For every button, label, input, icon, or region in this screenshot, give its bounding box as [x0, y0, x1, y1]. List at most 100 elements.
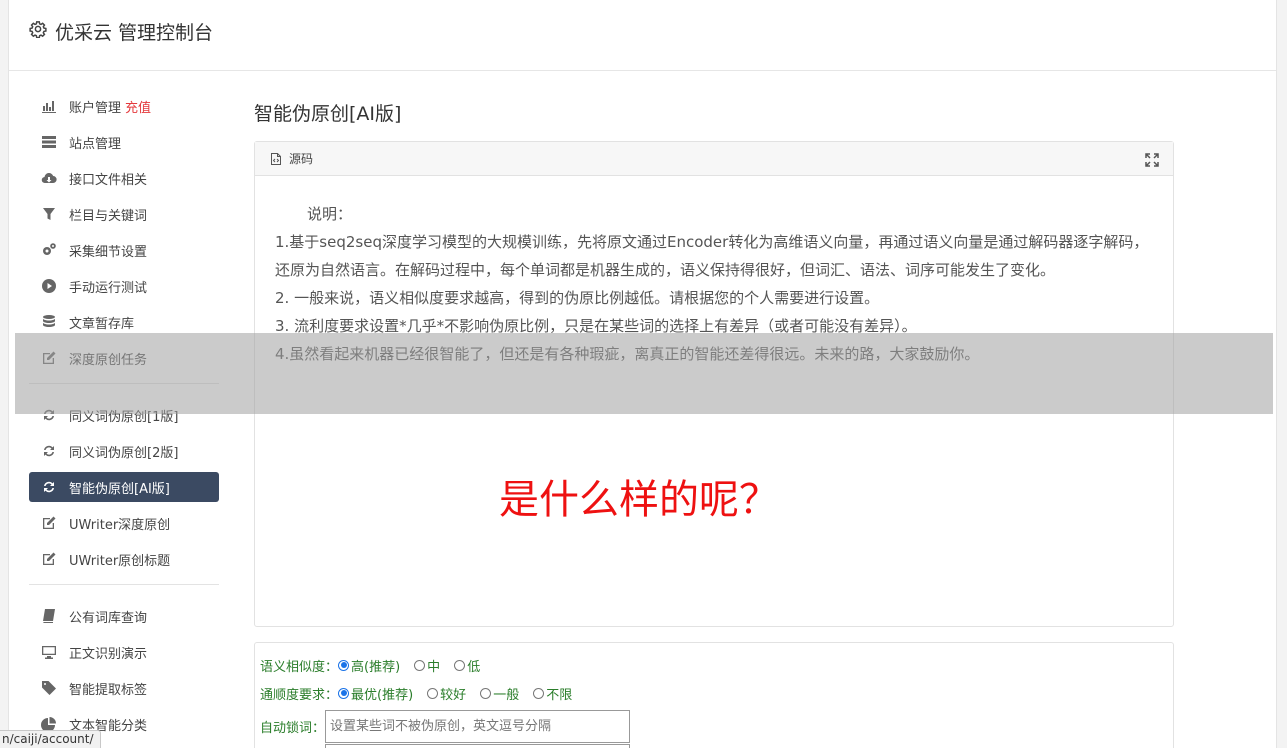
- refresh-icon: [40, 406, 58, 424]
- option-label: 一般: [493, 687, 520, 703]
- sidebar-item-label: 手动运行测试: [69, 280, 148, 296]
- sidebar-item-article-store[interactable]: 文章暂存库: [29, 307, 219, 337]
- sidebar-item-label: 站点管理: [69, 136, 122, 152]
- gear-icon: [29, 20, 47, 43]
- sidebar-item-uwriter-title[interactable]: UWriter原创标题: [29, 544, 219, 574]
- option-label: 不限: [546, 687, 573, 703]
- cloud-download-icon: [40, 169, 58, 187]
- sidebar-item-label: 深度原创任务: [69, 352, 148, 368]
- description-line: 3. 流利度要求设置*几乎*不影响伪原比例，只是在某些词的选择上有差异（或者可能…: [275, 317, 917, 335]
- app-frame: 优采云 管理控制台 账户管理 充值 站点管理 接口文件相关 栏目与关键词 采集细…: [8, 0, 1277, 748]
- database-icon: [40, 313, 58, 331]
- description-line: 1.基于seq2seq深度学习模型的大规模训练，先将原文通过Encoder转化为…: [275, 233, 1149, 279]
- source-text[interactable]: 说明： 1.基于seq2seq深度学习模型的大规模训练，先将原文通过Encode…: [255, 176, 1173, 368]
- radio-button[interactable]: [414, 659, 426, 671]
- sidebar-item-label: 正文识别演示: [69, 646, 148, 662]
- book-icon: [40, 607, 58, 625]
- sidebar-divider: [29, 383, 219, 384]
- similarity-option-low[interactable]: 低: [454, 656, 480, 675]
- sidebar-item-label: 同义词伪原创[1版]: [69, 409, 179, 425]
- sidebar-item-interface-files[interactable]: 接口文件相关: [29, 163, 219, 193]
- lock-words-input[interactable]: [325, 709, 631, 743]
- sidebar-item-label: 同义词伪原创[2版]: [69, 445, 179, 461]
- play-circle-icon: [40, 277, 58, 295]
- edit-icon: [40, 514, 58, 532]
- option-label: 最优(推荐): [351, 687, 414, 703]
- radio-button[interactable]: [480, 687, 492, 699]
- sidebar-item-account[interactable]: 账户管理 充值: [29, 91, 219, 121]
- similarity-option-high[interactable]: 高(推荐): [338, 656, 400, 675]
- brand[interactable]: 优采云 管理控制台: [29, 18, 213, 44]
- sidebar-item-public-lexicon[interactable]: 公有词库查询: [29, 601, 219, 631]
- sidebar-item-uwriter-deep[interactable]: UWriter深度原创: [29, 508, 219, 538]
- tag-icon: [40, 679, 58, 697]
- sidebar-item-label: 接口文件相关: [69, 172, 148, 188]
- option-label: 高(推荐): [351, 659, 401, 675]
- monitor-icon: [40, 643, 58, 661]
- fluency-option-normal[interactable]: 一般: [480, 684, 519, 703]
- panel-header: 源码: [255, 142, 1173, 176]
- similarity-label: 语义相似度：: [260, 659, 339, 675]
- description-line: 2. 一般来说，语义相似度要求越高，得到的伪原比例越低。请根据您的个人需要进行设…: [275, 289, 880, 307]
- sidebar-item-label: UWriter原创标题: [69, 553, 171, 569]
- sidebar-item-synonym-v2[interactable]: 同义词伪原创[2版]: [29, 436, 219, 466]
- radio-button[interactable]: [338, 687, 350, 699]
- expand-icon[interactable]: [1145, 152, 1159, 167]
- sidebar-item-deep-original-task[interactable]: 深度原创任务: [29, 343, 219, 373]
- sidebar-item-collect-settings[interactable]: 采集细节设置: [29, 235, 219, 265]
- option-label: 低: [467, 659, 481, 675]
- sidebar-item-text-recognition[interactable]: 正文识别演示: [29, 637, 219, 667]
- bar-chart-icon: [40, 97, 58, 115]
- sidebar-item-synonym-v1[interactable]: 同义词伪原创[1版]: [29, 400, 219, 430]
- option-label: 中: [427, 659, 441, 675]
- sidebar-item-label: 采集细节设置: [69, 244, 148, 260]
- similarity-option-medium[interactable]: 中: [414, 656, 440, 675]
- source-tab-label[interactable]: 源码: [289, 150, 313, 167]
- fluency-option-good[interactable]: 较好: [427, 684, 466, 703]
- radio-button[interactable]: [427, 687, 439, 699]
- edit-icon: [40, 550, 58, 568]
- main-content: 智能伪原创[AI版] 源码 说明： 1.基于seq2seq深度学习模型的大规模训…: [254, 100, 1174, 748]
- refresh-icon: [40, 442, 58, 460]
- sidebar-item-label: UWriter深度原创: [69, 517, 171, 533]
- status-bar-url: n/caiji/account/: [0, 730, 101, 748]
- description-line: 4.虽然看起来机器已经很智能了，但还是有各种瑕疵，离真正的智能还差得很远。未来的…: [275, 345, 980, 363]
- sidebar-item-ai-rewrite[interactable]: 智能伪原创[AI版]: [29, 472, 219, 502]
- fluency-option-best[interactable]: 最优(推荐): [338, 684, 413, 703]
- overlay-question: 是什么样的呢？: [499, 477, 779, 523]
- app-title: 优采云 管理控制台: [55, 21, 214, 44]
- option-label: 较好: [440, 687, 467, 703]
- lock-words-row: 自动锁词：: [260, 707, 1173, 745]
- radio-button[interactable]: [338, 659, 350, 671]
- source-panel: 源码 说明： 1.基于seq2seq深度学习模型的大规模训练，先将原文通过Enc…: [254, 141, 1174, 627]
- sidebar-item-columns-keywords[interactable]: 栏目与关键词: [29, 199, 219, 229]
- sidebar-item-label: 文章暂存库: [69, 316, 135, 332]
- page-title: 智能伪原创[AI版]: [254, 103, 402, 125]
- filter-icon: [40, 205, 58, 223]
- sidebar-item-label: 智能提取标签: [69, 682, 148, 698]
- sidebar-item-manual-run[interactable]: 手动运行测试: [29, 271, 219, 301]
- radio-button[interactable]: [533, 687, 545, 699]
- recharge-link[interactable]: 充值: [125, 97, 151, 116]
- radio-button[interactable]: [454, 659, 466, 671]
- fluency-row: 通顺度要求： 最优(推荐) 较好 一般 不限: [260, 679, 1173, 707]
- top-bar: 优采云 管理控制台: [9, 0, 1276, 71]
- similarity-row: 语义相似度： 高(推荐) 中 低: [260, 651, 1173, 679]
- sidebar: 账户管理 充值 站点管理 接口文件相关 栏目与关键词 采集细节设置 手动运行测试…: [29, 91, 219, 745]
- server-icon: [40, 133, 58, 151]
- edit-icon: [40, 349, 58, 367]
- fluency-option-any[interactable]: 不限: [533, 684, 572, 703]
- sidebar-item-label: 账户管理: [69, 100, 122, 116]
- lock-words-label: 自动锁词：: [260, 720, 326, 736]
- sidebar-item-extract-tags[interactable]: 智能提取标签: [29, 673, 219, 703]
- fluency-label: 通顺度要求：: [260, 687, 339, 703]
- sidebar-item-label: 栏目与关键词: [69, 208, 148, 224]
- gears-icon: [40, 241, 58, 259]
- second-input[interactable]: [325, 744, 631, 748]
- sidebar-divider: [29, 584, 219, 585]
- sidebar-item-label: 公有词库查询: [69, 610, 148, 626]
- sidebar-item-label: 智能伪原创[AI版]: [69, 481, 170, 497]
- options-form: 语义相似度： 高(推荐) 中 低 通顺度要求： 最优(推荐) 较好 一般 不限 …: [254, 642, 1174, 748]
- refresh-icon: [40, 478, 58, 496]
- sidebar-item-sites[interactable]: 站点管理: [29, 127, 219, 157]
